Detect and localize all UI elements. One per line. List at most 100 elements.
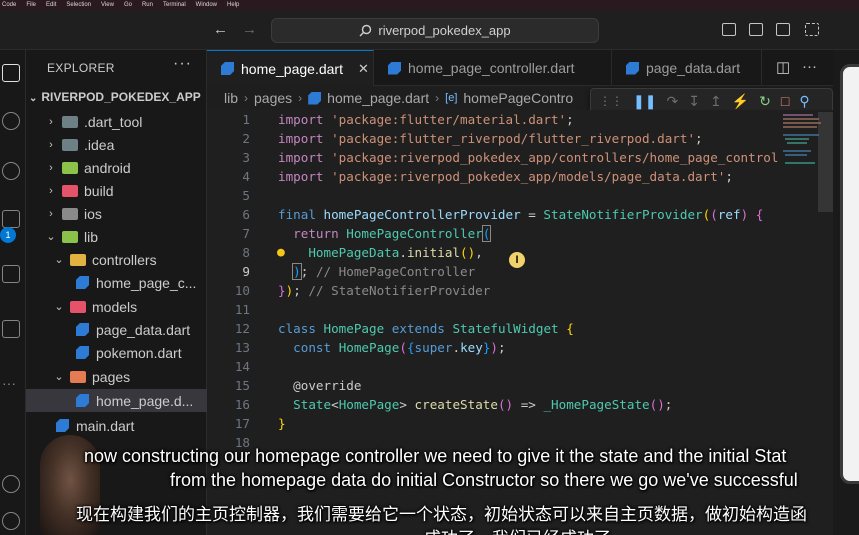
line-number: 17 (234, 416, 250, 431)
drag-handle-icon[interactable]: ⋮⋮ (599, 94, 623, 108)
editor-more-icon[interactable]: ··· (802, 58, 817, 75)
menu-edit[interactable]: Edit (46, 0, 56, 10)
tree-item-ios[interactable]: › ios (26, 202, 207, 225)
dart-file-icon (56, 419, 69, 432)
line-number: 11 (234, 302, 250, 317)
toggle-primary-sidebar-icon[interactable] (722, 23, 736, 36)
customize-layout-icon[interactable] (805, 23, 819, 36)
step-into-icon[interactable]: ↧ (688, 93, 700, 110)
command-center-search[interactable]: riverpod_pokedex_app (271, 18, 599, 43)
stop-icon[interactable]: □ (781, 93, 789, 109)
class-name: _HomePageState (543, 397, 650, 412)
line-number: 2 (242, 131, 250, 146)
tree-item-label: lib (84, 228, 99, 245)
breadcrumb-file[interactable]: home_page.dart (327, 90, 429, 106)
explorer-more-icon[interactable]: ··· (173, 55, 192, 73)
line-number: 15 (234, 378, 250, 393)
forward-arrow-icon[interactable]: → (242, 21, 257, 38)
hot-reload-icon[interactable]: ⚡ (732, 93, 749, 110)
restart-icon[interactable]: ↻ (759, 93, 771, 110)
breadcrumb-pages[interactable]: pages (254, 90, 292, 106)
class-name: HomePageData (308, 245, 400, 260)
keyword: import (278, 169, 324, 184)
menu-view[interactable]: View (101, 0, 114, 10)
dart-file-icon (76, 323, 89, 336)
chevron-right-icon: › (49, 161, 53, 174)
command-center-label: riverpod_pokedex_app (378, 23, 511, 38)
tree-item-label: page_data.dart (96, 321, 191, 338)
chevron-right-icon: › (49, 207, 53, 220)
toggle-panel-icon[interactable] (749, 23, 763, 36)
toggle-secondary-sidebar-icon[interactable] (776, 23, 790, 36)
device-simulator[interactable] (840, 64, 859, 484)
chevron-down-icon: ⌄ (46, 231, 56, 243)
subtitle-chinese-line-2: 成功了，我们已经成功了 (424, 524, 611, 535)
tree-item-pokemon[interactable]: pokemon.dart (26, 341, 207, 364)
breadcrumb-lib[interactable]: lib (224, 90, 238, 106)
project-folder[interactable]: ⌄ RIVERPOD_POKEDEX_APP (29, 90, 201, 104)
step-over-icon[interactable]: ↷ (666, 93, 678, 110)
menu-terminal[interactable]: Terminal (163, 0, 186, 10)
tree-item-lib[interactable]: ⌄ lib (26, 225, 207, 248)
menu-help[interactable]: Help (227, 0, 239, 10)
tree-item-controllers[interactable]: ⌄ controllers (26, 248, 207, 271)
back-arrow-icon[interactable]: ← (213, 21, 228, 38)
menu-file[interactable]: File (26, 0, 36, 10)
breadcrumb-symbol[interactable]: homePageContro (463, 90, 573, 106)
line-number: 6 (242, 207, 250, 222)
run-debug-icon[interactable] (2, 210, 20, 228)
subtitles: now constructing our homepage controller… (0, 440, 859, 535)
tree-item-models[interactable]: ⌄ models (26, 295, 207, 318)
tab-label: home_page.dart (241, 60, 343, 77)
menu-code[interactable]: Code (2, 0, 16, 10)
more-activity-icon[interactable]: ··· (2, 375, 20, 393)
pause-icon[interactable]: ❚❚ (633, 93, 656, 110)
tree-item-label: home_page_c... (96, 274, 197, 291)
tree-item-page-data[interactable]: page_data.dart (26, 318, 207, 341)
tree-item-idea[interactable]: › .idea (26, 133, 207, 156)
line-number: 9 (242, 264, 250, 279)
explorer-icon[interactable] (2, 64, 20, 82)
line-number: 5 (242, 188, 250, 203)
line-number: 10 (234, 283, 250, 298)
tab-home-page-controller[interactable]: home_page_controller.dart (374, 50, 612, 86)
tree-item-label: .idea (84, 136, 115, 153)
tree-item-android[interactable]: › android (26, 156, 207, 179)
line-number: 1 (242, 112, 250, 127)
editor-scrollbar[interactable] (818, 112, 833, 212)
subtitle-chinese-line-1: 现在构建我们的主页控制器，我们需要给它一个状态，初始状态可以来自主页数据，做初始… (76, 505, 807, 524)
tree-item-home-page-controller[interactable]: home_page_c... (26, 271, 207, 294)
testing-icon[interactable] (2, 320, 20, 338)
menu-go[interactable]: Go (124, 0, 132, 10)
line-number: 14 (234, 359, 250, 374)
line-number: 7 (242, 226, 250, 241)
tree-item-label: pokemon.dart (96, 344, 182, 361)
split-editor-icon[interactable]: ◫ (776, 58, 790, 76)
keyword: import (278, 112, 324, 127)
code-line: 15 @override (207, 376, 833, 395)
menu-run[interactable]: Run (142, 0, 153, 10)
close-icon[interactable]: ✕ (358, 61, 369, 77)
source-control-icon[interactable] (2, 162, 20, 180)
tree-item-dart-tool[interactable]: › .dart_tool (26, 110, 207, 133)
class-name: HomePage (338, 397, 400, 412)
tree-item-home-page[interactable]: home_page.d... (26, 389, 207, 412)
keyword: return (293, 226, 339, 241)
class-name: StateNotifierProvider (543, 207, 703, 222)
search-activity-icon[interactable] (2, 112, 20, 130)
models-folder-icon (70, 300, 86, 313)
tree-item-pages[interactable]: ⌄ pages (26, 365, 207, 388)
devtools-search-icon[interactable]: ⚲ (799, 93, 809, 110)
dart-file-icon (221, 62, 234, 75)
extensions-icon[interactable] (2, 265, 20, 283)
tab-home-page[interactable]: home_page.dart ✕ (207, 50, 374, 86)
tree-item-main[interactable]: main.dart (26, 414, 207, 437)
step-out-icon[interactable]: ↥ (710, 93, 722, 110)
menu-selection[interactable]: Selection (66, 0, 91, 10)
menu-window[interactable]: Window (196, 0, 217, 10)
tab-page-data[interactable]: page_data.dart (612, 50, 762, 86)
run-debug-badge: 1 (0, 227, 16, 243)
tree-item-build[interactable]: › build (26, 179, 207, 202)
dart-file-icon (76, 276, 89, 289)
line-number: 3 (242, 150, 250, 165)
